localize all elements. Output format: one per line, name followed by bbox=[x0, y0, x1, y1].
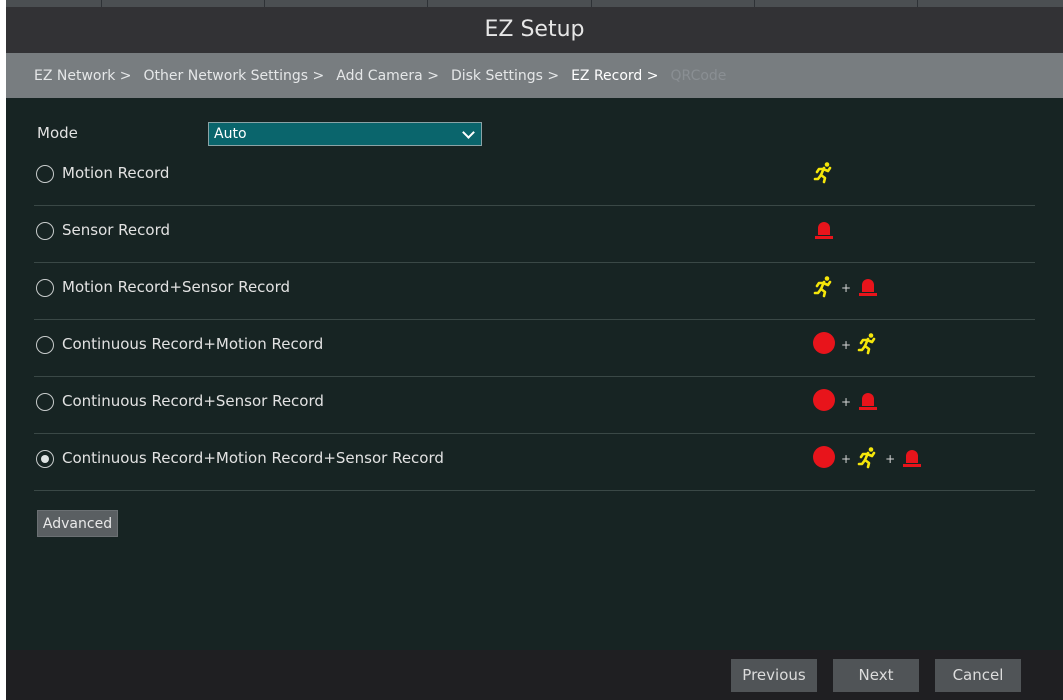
record-mode-option[interactable]: Continuous Record+Sensor Record + bbox=[34, 377, 1035, 434]
chevron-down-icon bbox=[462, 126, 475, 139]
breadcrumb-item[interactable]: EZ Record > bbox=[571, 68, 658, 84]
sensor-alarm-icon bbox=[856, 274, 880, 302]
continuous-record-icon bbox=[812, 331, 836, 359]
record-mode-icons bbox=[812, 162, 836, 186]
next-button[interactable]: Next bbox=[833, 659, 919, 692]
breadcrumb-item[interactable]: Other Network Settings > bbox=[144, 68, 325, 84]
advanced-button[interactable]: Advanced bbox=[37, 510, 118, 537]
record-mode-icons: + bbox=[812, 388, 880, 416]
record-mode-label: Motion Record+Sensor Record bbox=[62, 278, 291, 296]
plus-separator: + bbox=[841, 338, 852, 352]
motion-icon bbox=[812, 160, 836, 188]
record-mode-label: Continuous Record+Motion Record+Sensor R… bbox=[62, 449, 444, 467]
record-mode-option[interactable]: Continuous Record+Motion Record + bbox=[34, 320, 1035, 377]
record-mode-label: Continuous Record+Sensor Record bbox=[62, 392, 324, 410]
record-mode-icons: + bbox=[812, 331, 880, 359]
radio-button[interactable] bbox=[36, 393, 54, 411]
record-mode-label: Continuous Record+Motion Record bbox=[62, 335, 324, 353]
record-mode-label: Sensor Record bbox=[62, 221, 171, 239]
plus-separator: + bbox=[885, 452, 896, 466]
plus-separator: + bbox=[841, 452, 852, 466]
radio-button[interactable] bbox=[36, 165, 54, 183]
plus-separator: + bbox=[841, 395, 852, 409]
mode-label: Mode bbox=[37, 124, 78, 142]
footer-bar: Previous Next Cancel bbox=[6, 650, 1063, 700]
motion-icon bbox=[856, 331, 880, 359]
radio-button[interactable] bbox=[36, 279, 54, 297]
sensor-alarm-icon bbox=[856, 388, 880, 416]
radio-button[interactable] bbox=[36, 222, 54, 240]
window-title: EZ Setup bbox=[6, 7, 1063, 53]
radio-button-checked[interactable] bbox=[36, 450, 54, 468]
motion-icon bbox=[856, 445, 880, 473]
breadcrumb-item[interactable]: Disk Settings > bbox=[451, 68, 559, 84]
sensor-alarm-icon bbox=[812, 217, 836, 245]
breadcrumb-item[interactable]: QRCode bbox=[671, 68, 727, 84]
record-mode-option[interactable]: Motion Record+Sensor Record + bbox=[34, 263, 1035, 320]
record-mode-label: Motion Record bbox=[62, 164, 170, 182]
previous-button[interactable]: Previous bbox=[731, 659, 817, 692]
record-mode-icons: + + bbox=[812, 445, 924, 473]
record-mode-option[interactable]: Motion Record bbox=[34, 149, 1035, 206]
mode-select-value: Auto bbox=[214, 126, 247, 142]
mode-select[interactable]: Auto bbox=[208, 122, 482, 146]
continuous-record-icon bbox=[812, 388, 836, 416]
record-mode-icons: + bbox=[812, 276, 880, 300]
cancel-button[interactable]: Cancel bbox=[935, 659, 1021, 692]
continuous-record-icon bbox=[812, 445, 836, 473]
breadcrumb: EZ Network > Other Network Settings > Add … bbox=[6, 53, 1063, 98]
ez-setup-window: EZ Setup EZ Network > Other Network Setti… bbox=[6, 0, 1063, 700]
breadcrumb-item[interactable]: Add Camera > bbox=[336, 68, 439, 84]
record-mode-option[interactable]: Continuous Record+Motion Record+Sensor R… bbox=[34, 434, 1035, 491]
sensor-alarm-icon bbox=[900, 445, 924, 473]
record-mode-option[interactable]: Sensor Record bbox=[34, 206, 1035, 263]
top-tab-strip bbox=[6, 0, 1063, 7]
motion-icon bbox=[812, 274, 836, 302]
record-mode-icons bbox=[812, 219, 836, 243]
plus-separator: + bbox=[841, 281, 852, 295]
radio-button[interactable] bbox=[36, 336, 54, 354]
breadcrumb-item[interactable]: EZ Network > bbox=[34, 68, 132, 84]
